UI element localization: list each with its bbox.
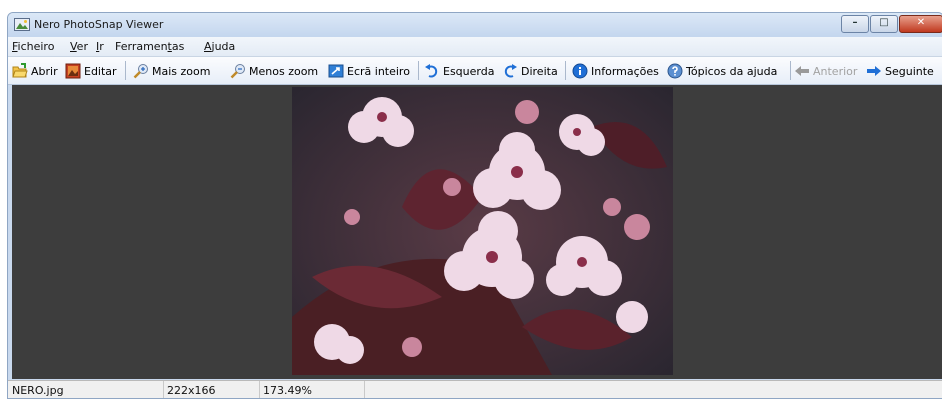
menos-zoom-button[interactable]: Menos zoom xyxy=(230,62,318,80)
minimize-icon: – xyxy=(852,17,858,28)
maximize-icon: □ xyxy=(879,17,889,28)
status-zoom: 173.49% xyxy=(263,384,312,397)
menos-zoom-label: Menos zoom xyxy=(249,64,319,78)
folder-open-icon xyxy=(12,63,28,78)
direita-label: Direita xyxy=(521,64,558,78)
photo-image xyxy=(292,87,673,375)
rotate-right-icon xyxy=(504,64,517,78)
close-button[interactable]: ✕ xyxy=(899,15,942,33)
topicos-label: Tópicos da ajuda xyxy=(686,64,778,78)
status-dimensions-cell: 222x166 xyxy=(163,381,260,398)
zoom-in-icon xyxy=(133,64,148,79)
menu-ferramentas-label-end: as xyxy=(171,40,185,53)
arrow-right-icon xyxy=(867,66,881,76)
menu-ajuda-label: juda xyxy=(211,40,236,53)
anterior-button[interactable]: Anterior xyxy=(794,62,857,80)
menu-ferramentas-label-start: Ferramen xyxy=(115,40,168,53)
image-viewport[interactable] xyxy=(12,85,942,379)
photo-viewer-icon xyxy=(14,18,30,31)
title-bar[interactable]: Nero PhotoSnap Viewer – □ ✕ xyxy=(8,13,942,37)
mais-zoom-button[interactable]: Mais zoom xyxy=(133,62,210,80)
esquerda-label: Esquerda xyxy=(443,64,495,78)
esquerda-button[interactable]: Esquerda xyxy=(424,62,494,80)
menu-bar: Ficheiro Ver Ir Ferramentas Ajuda xyxy=(8,37,942,57)
fullscreen-icon xyxy=(328,64,344,78)
editar-button[interactable]: Editar xyxy=(65,62,117,80)
info-icon xyxy=(572,63,588,79)
informacoes-label: Informações xyxy=(591,64,659,78)
seguinte-label: Seguinte xyxy=(885,64,934,78)
mais-zoom-label: Mais zoom xyxy=(152,64,211,78)
rotate-left-icon xyxy=(425,64,438,78)
close-icon: ✕ xyxy=(916,17,926,28)
editar-label: Editar xyxy=(84,64,117,78)
anterior-label: Anterior xyxy=(813,64,858,78)
menu-ajuda[interactable]: Ajuda xyxy=(204,40,235,53)
arrow-left-icon xyxy=(795,66,809,76)
menu-ver[interactable]: Ver xyxy=(70,40,88,53)
menu-ferramentas[interactable]: Ferramentas xyxy=(115,40,184,53)
minimize-button[interactable]: – xyxy=(841,15,869,33)
status-dimensions: 222x166 xyxy=(167,384,216,397)
status-filename: NERO.jpg xyxy=(12,384,64,397)
seguinte-button[interactable]: Seguinte xyxy=(866,62,934,80)
menu-ficheiro-label: icheiro xyxy=(17,40,55,53)
window-controls: – □ ✕ xyxy=(840,15,942,33)
direita-button[interactable]: Direita xyxy=(502,62,558,80)
menu-ir[interactable]: Ir xyxy=(96,40,104,53)
menu-ficheiro[interactable]: Ficheiro xyxy=(12,40,54,53)
zoom-out-icon xyxy=(230,64,245,79)
status-bar: NERO.jpg 222x166 173.49% xyxy=(8,380,942,398)
toolbar: Abrir Editar Mais zoom Menos zoom Ecrã i… xyxy=(8,57,942,85)
ecra-inteiro-button[interactable]: Ecrã inteiro xyxy=(328,62,410,80)
menu-ver-label: er xyxy=(76,40,88,53)
informacoes-button[interactable]: Informações xyxy=(572,62,659,80)
edit-image-icon xyxy=(65,63,81,79)
topicos-button[interactable]: Tópicos da ajuda xyxy=(667,62,777,80)
toolbar-separator xyxy=(125,61,126,80)
abrir-button[interactable]: Abrir xyxy=(12,62,58,80)
app-window: Nero PhotoSnap Viewer – □ ✕ Ficheiro Ver… xyxy=(7,12,942,399)
status-zoom-cell: 173.49% xyxy=(259,381,365,398)
abrir-label: Abrir xyxy=(31,64,58,78)
status-filename-cell: NERO.jpg xyxy=(8,381,164,398)
help-icon xyxy=(667,63,683,79)
toolbar-separator xyxy=(790,61,791,80)
menu-ajuda-mnemonic: A xyxy=(204,40,212,53)
menu-ir-label: r xyxy=(99,40,104,53)
maximize-button[interactable]: □ xyxy=(870,15,898,33)
window-title: Nero PhotoSnap Viewer xyxy=(34,18,164,31)
toolbar-separator xyxy=(418,61,419,80)
ecra-inteiro-label: Ecrã inteiro xyxy=(347,64,410,78)
menu-ver-mnemonic: V xyxy=(70,40,77,53)
toolbar-separator xyxy=(565,61,566,80)
